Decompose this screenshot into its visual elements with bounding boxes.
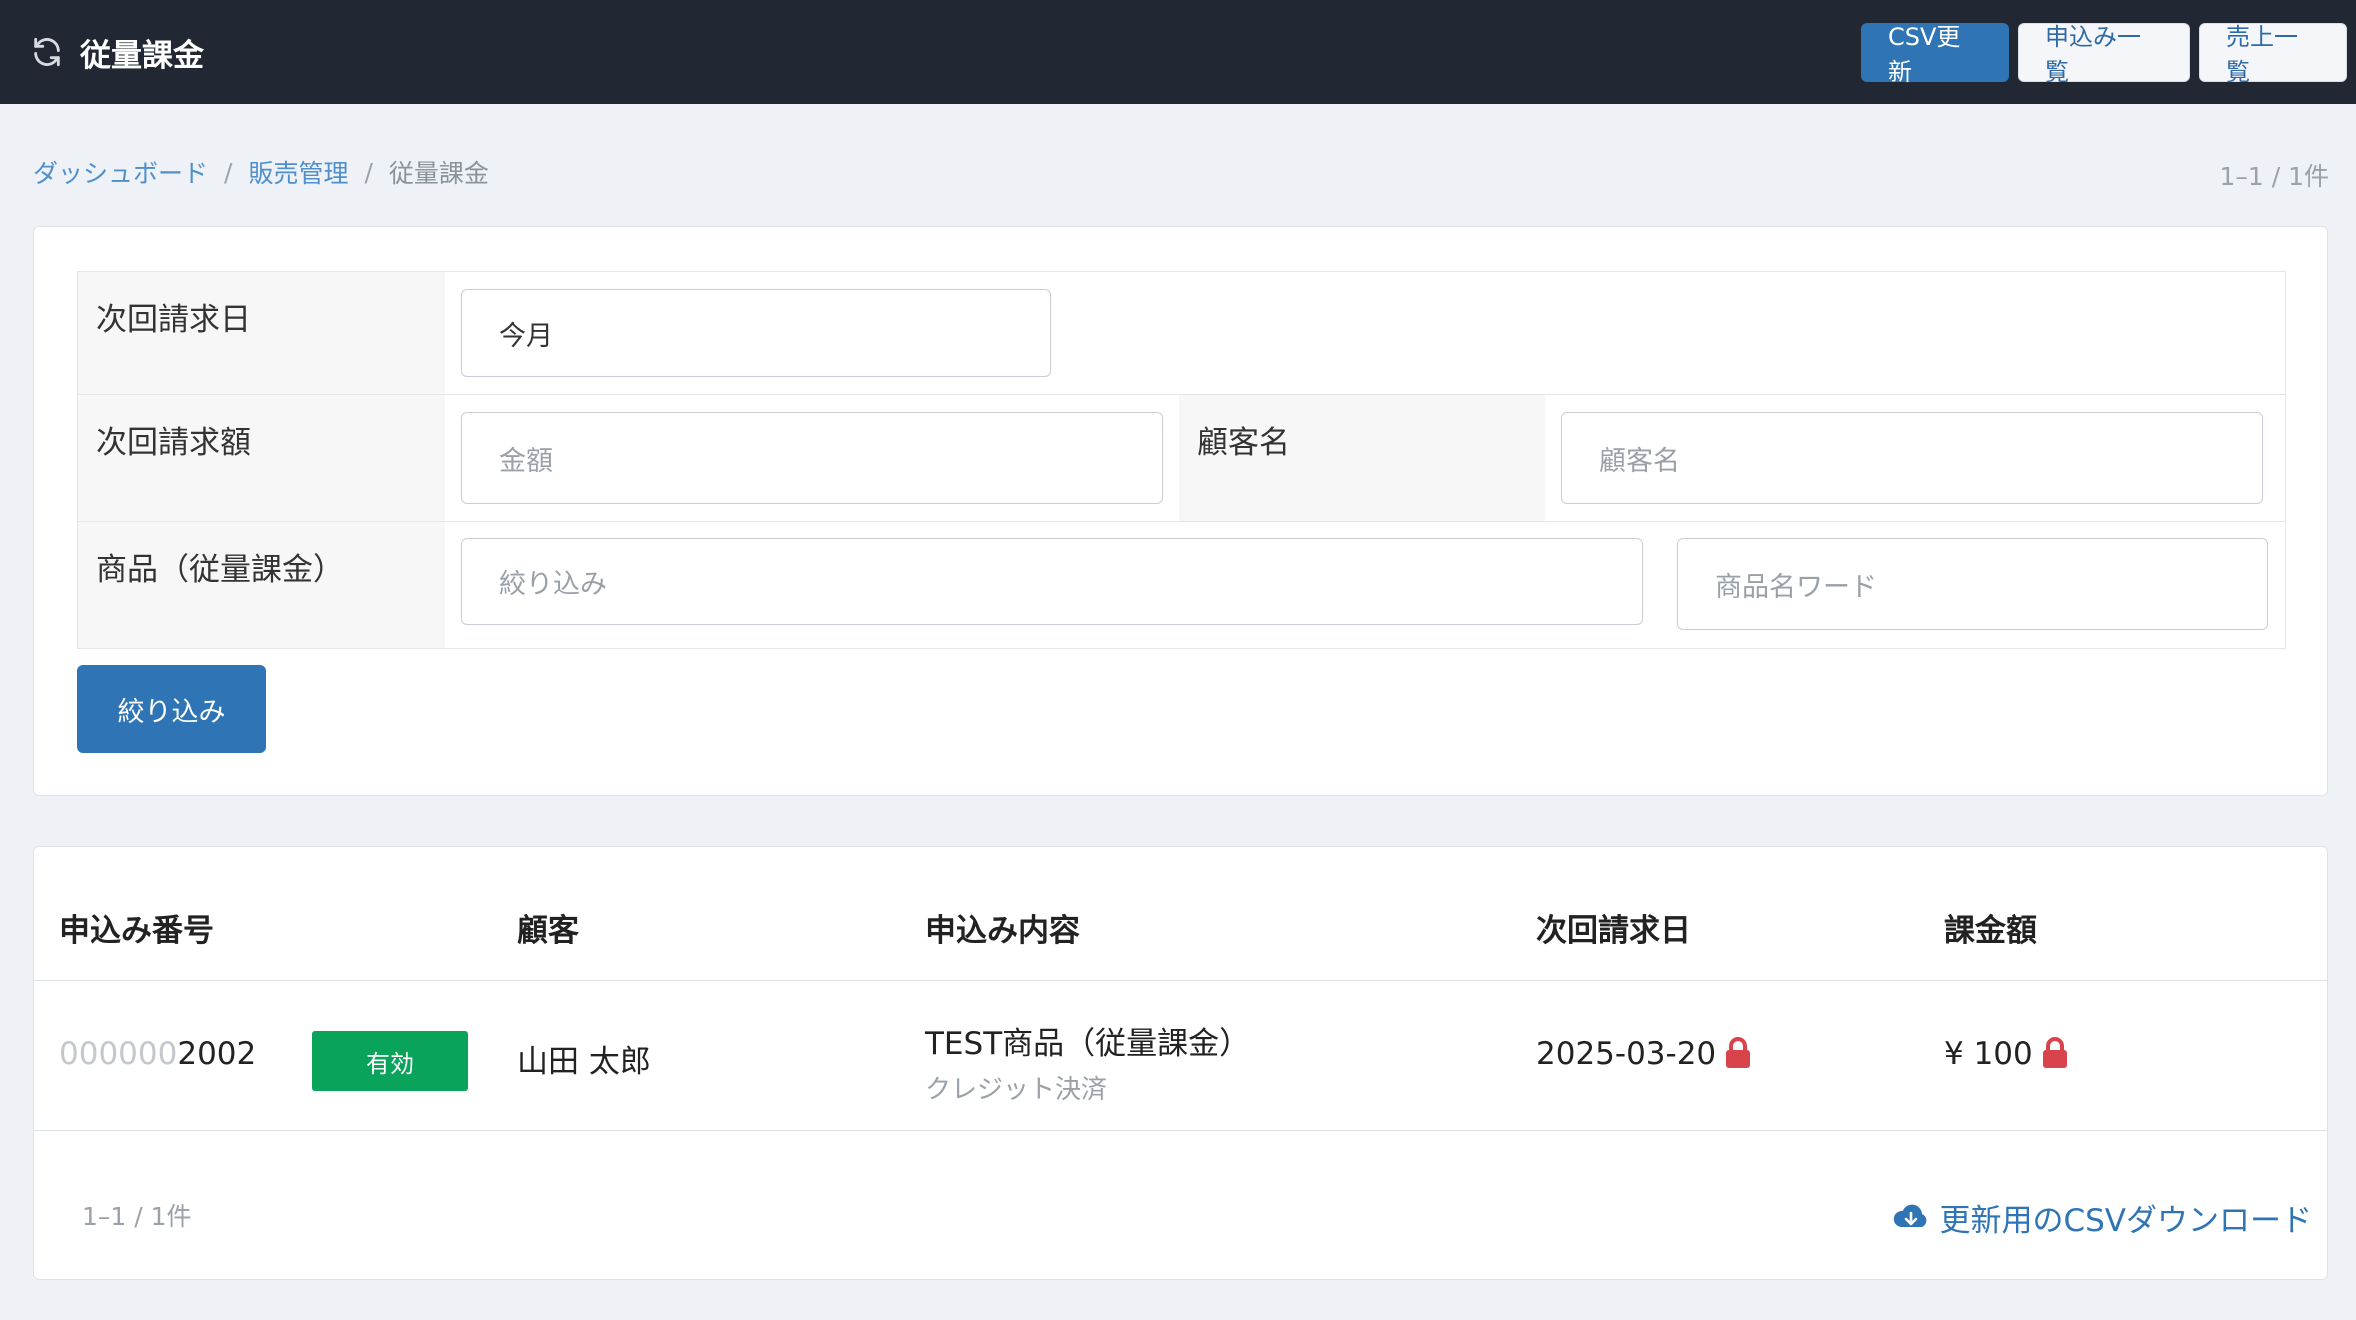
column-customer[interactable]: 顧客 [517,905,579,950]
breadcrumb-dashboard[interactable]: ダッシュボード [33,154,208,190]
payment-method: クレジット決済 [925,1075,1108,1105]
breadcrumb-current: 従量課金 [388,159,489,188]
top-bar: 従量課金 CSV更新 申込み一覧 売上一覧 [0,0,2356,104]
billing-amount-value: ¥ 100 [1944,1036,2033,1072]
filter-row-amount-customer: 次回請求額 金額 顧客名 顧客名 [78,395,2285,522]
next-billing-date-cell: 今月 [445,272,2285,394]
filter-table: 次回請求日 今月 次回請求額 金額 顧客名 顧客名 商品（従量課金） 絞り込み … [77,271,2286,649]
product-label: 商品（従量課金） [78,522,445,648]
customer-name-label: 顧客名 [1179,395,1545,521]
next-billing-date-label: 次回請求日 [78,272,445,394]
csv-download-link[interactable]: 更新用のCSVダウンロード [1891,1195,2312,1240]
breadcrumb-separator: / [224,157,233,187]
brand: 従量課金 [30,30,204,75]
csv-update-button[interactable]: CSV更新 [1861,22,2009,86]
cloud-download-icon [1891,1202,1931,1234]
table-row[interactable]: 0000002002 有効 山田 太郎 TEST商品（従量課金） クレジット決済… [34,981,2327,1131]
application-product: TEST商品（従量課金） [925,1026,1251,1062]
order-number-prefix: 000000 [59,1036,178,1072]
result-count-bottom: 1–1 / 1件 [82,1202,192,1231]
filter-row-product: 商品（従量課金） 絞り込み 商品名ワード [78,522,2285,648]
breadcrumb: ダッシュボード / 販売管理 / 従量課金 [33,154,489,190]
filter-row-next-billing-date: 次回請求日 今月 [78,272,2285,395]
breadcrumb-separator: / [364,157,373,187]
customer-name-input[interactable]: 顧客名 [1561,412,2263,504]
order-number[interactable]: 0000002002 [59,1036,256,1072]
filter-submit-button[interactable]: 絞り込み [77,665,266,753]
header-actions: CSV更新 申込み一覧 売上一覧 [1861,22,2347,86]
filter-panel: 次回請求日 今月 次回請求額 金額 顧客名 顧客名 商品（従量課金） 絞り込み … [33,226,2328,796]
sales-list-button[interactable]: 売上一覧 [2199,22,2347,86]
lock-icon [1724,1036,1752,1068]
product-cell: 絞り込み 商品名ワード [445,522,2285,648]
column-order-number[interactable]: 申込み番号 [59,905,214,950]
customer-name-cell: 顧客名 [1545,395,2285,521]
table-header: 申込み番号 顧客 申込み内容 次回請求日 課金額 [34,867,2327,981]
product-name-word-input[interactable]: 商品名ワード [1677,538,2268,630]
next-billing-date-value: 2025-03-20 [1536,1036,1717,1072]
customer-name: 山田 太郎 [517,1044,651,1080]
applications-list-button[interactable]: 申込み一覧 [2018,22,2190,86]
status-badge: 有効 [312,1031,468,1091]
product-filter-select[interactable]: 絞り込み [461,538,1643,625]
next-billing-amount-label: 次回請求額 [78,395,445,521]
next-billing-date: 2025-03-20 [1536,1036,1752,1072]
next-billing-date-select[interactable]: 今月 [461,289,1051,377]
amount-cell: 金額 [445,395,1179,521]
refresh-icon[interactable] [30,35,64,69]
breadcrumb-sales-management[interactable]: 販売管理 [248,154,348,190]
billing-amount: ¥ 100 [1944,1036,2069,1072]
csv-download-label: 更新用のCSVダウンロード [1939,1203,2312,1239]
column-application-content[interactable]: 申込み内容 [925,905,1080,950]
lock-icon [2041,1036,2069,1068]
result-count-top: 1–1 / 1件 [2219,162,2329,191]
column-billing-amount[interactable]: 課金額 [1944,905,2037,950]
amount-input[interactable]: 金額 [461,412,1163,504]
order-number-suffix: 2002 [177,1036,257,1072]
column-next-billing-date[interactable]: 次回請求日 [1536,905,1691,950]
page-title: 従量課金 [80,37,204,74]
results-panel: 申込み番号 顧客 申込み内容 次回請求日 課金額 0000002002 有効 山… [33,846,2328,1280]
